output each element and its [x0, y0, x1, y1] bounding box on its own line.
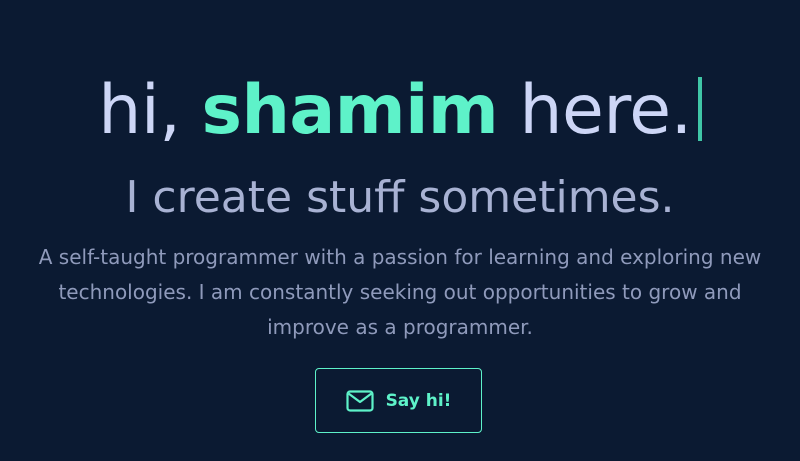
greeting-prefix: hi, [98, 71, 202, 150]
mail-icon [345, 389, 374, 412]
hero-section: hi, shamim here. I create stuff sometime… [0, 0, 800, 461]
hero-bio: A self-taught programmer with a passion … [38, 245, 762, 339]
greeting-suffix: here. [498, 71, 692, 150]
say-hi-button[interactable]: Say hi! [315, 368, 482, 433]
typing-cursor [697, 77, 702, 141]
hero-headline: hi, shamim here. [0, 66, 800, 156]
hero-name: shamim [201, 71, 499, 150]
hero-tagline: I create stuff sometimes. [125, 172, 675, 223]
say-hi-label: Say hi! [385, 390, 452, 411]
